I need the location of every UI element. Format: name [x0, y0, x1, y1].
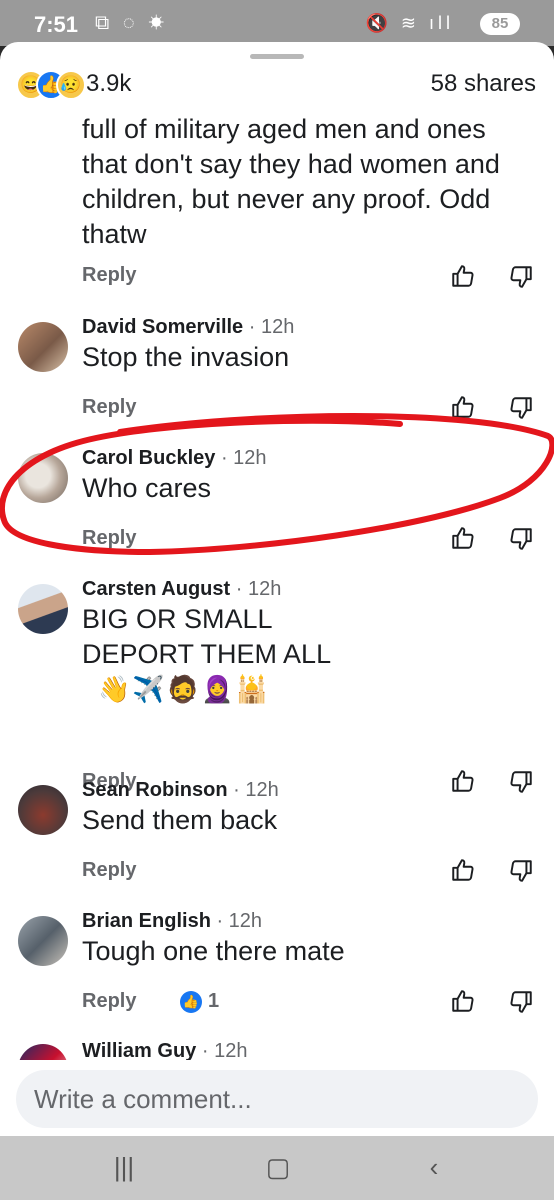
- comment-header: David Somerville · 12h: [82, 316, 294, 339]
- sad-reaction-icon: 😥: [56, 70, 86, 100]
- comment-text-line: BIG OR SMALL: [82, 604, 273, 634]
- comment-text-truncated: full of military aged men and ones that …: [82, 114, 500, 249]
- author-name[interactable]: Carsten August: [82, 578, 230, 600]
- avatar[interactable]: [18, 916, 68, 966]
- shares-count[interactable]: 58 shares: [431, 70, 536, 98]
- comment-header: Brian English · 12h: [82, 910, 262, 933]
- red-annotation-circle: [0, 413, 554, 556]
- comment-input[interactable]: [16, 1070, 524, 1128]
- like-badge-icon: 👍: [180, 990, 202, 1013]
- comment-like-count[interactable]: 👍 1: [180, 990, 219, 1013]
- author-name[interactable]: David Somerville: [82, 316, 243, 338]
- battery-icon: 85: [480, 13, 520, 35]
- comment-text: Send them back: [82, 805, 278, 835]
- comment-time: · 12h: [201, 1040, 248, 1062]
- comment-time: · 12h: [248, 316, 295, 338]
- thumbs-up-icon[interactable]: [450, 768, 476, 794]
- author-name[interactable]: William Guy: [82, 1040, 196, 1062]
- comment-header: Sean Robinson · 12h: [82, 779, 279, 802]
- back-icon[interactable]: ‹: [414, 1152, 454, 1184]
- recent-apps-icon[interactable]: |||: [104, 1152, 144, 1184]
- comment-time: · 12h: [233, 779, 279, 801]
- like-count-value: 1: [208, 990, 220, 1012]
- avatar[interactable]: [18, 322, 68, 372]
- reaction-count[interactable]: 3.9k: [86, 70, 131, 98]
- thumbs-down-icon[interactable]: [508, 989, 534, 1015]
- reply-button[interactable]: Reply: [82, 264, 136, 287]
- comment-time: · 12h: [235, 578, 282, 600]
- comment-header: Carsten August · 12h: [82, 578, 281, 601]
- status-time: 7:51: [34, 12, 79, 37]
- comment-text: Stop the invasion: [82, 342, 290, 372]
- reply-button[interactable]: Reply: [82, 990, 136, 1013]
- notification-icons: ⧉ ◌ ☀: [95, 12, 169, 34]
- reply-button[interactable]: Reply: [82, 859, 136, 882]
- thumbs-down-icon[interactable]: [508, 858, 534, 884]
- author-name[interactable]: Brian English: [82, 910, 211, 932]
- thumbs-up-icon[interactable]: [450, 988, 476, 1014]
- avatar[interactable]: [18, 584, 68, 634]
- thumbs-up-icon[interactable]: [450, 263, 476, 289]
- thumbs-down-icon[interactable]: [508, 769, 534, 795]
- signal-icons: 🔇 ≋ ıll: [365, 13, 454, 33]
- avatar[interactable]: [18, 785, 68, 835]
- author-name[interactable]: Sean Robinson: [82, 779, 228, 801]
- home-icon[interactable]: ▢: [258, 1152, 298, 1184]
- system-nav-bar: ||| ▢ ‹: [0, 1136, 554, 1200]
- drag-handle[interactable]: [250, 54, 304, 59]
- thumbs-down-icon[interactable]: [508, 264, 534, 290]
- reactions-bar: 😄 👍 😥 3.9k 58 shares: [0, 64, 554, 104]
- comment-composer[interactable]: [16, 1070, 538, 1128]
- comment-text: BIG OR SMALL DEPORT THEM ALL: [82, 602, 532, 672]
- thumbs-up-icon[interactable]: [450, 857, 476, 883]
- comment-time: · 12h: [216, 910, 263, 932]
- comment-emojis: 👋✈️🧔🧕🕌: [98, 674, 270, 704]
- comment-text: Tough one there mate: [82, 936, 345, 966]
- comments-sheet: 😄 👍 😥 3.9k 58 shares full of military ag…: [0, 42, 554, 1136]
- status-bar: 7:51 ⧉ ◌ ☀ 🔇 ≋ ıll 85: [0, 0, 554, 46]
- comment-text-line: DEPORT THEM ALL: [82, 639, 332, 669]
